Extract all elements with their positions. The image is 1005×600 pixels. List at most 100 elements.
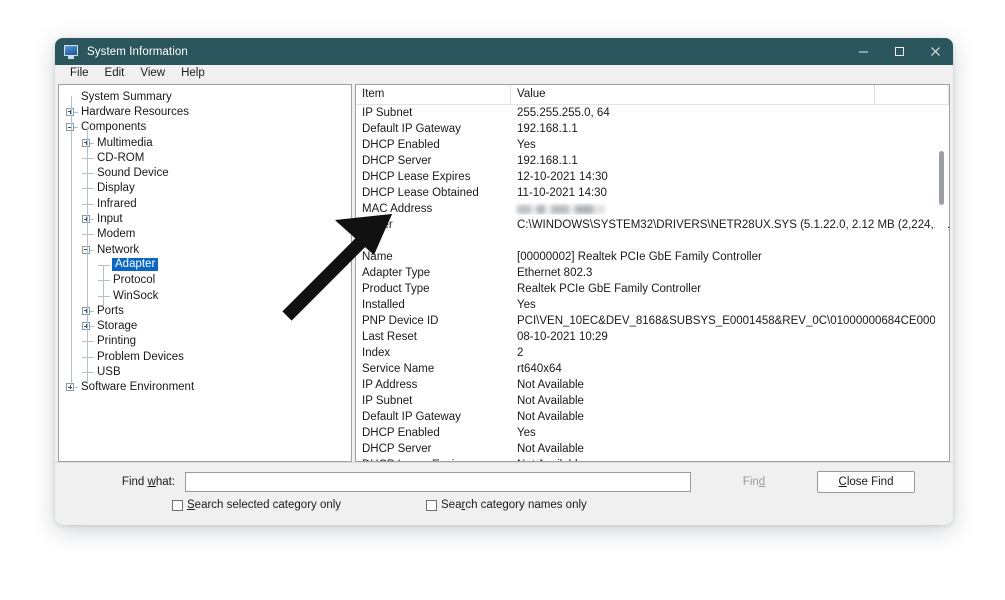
list-cell-value: 255.255.255.0, 64 <box>517 107 610 119</box>
tree-item-label: Protocol <box>113 274 156 287</box>
tree-item-hardware-resources[interactable]: Hardware Resources <box>59 104 351 119</box>
tree-item-cd-rom[interactable]: CD-ROM <box>59 150 351 165</box>
list-row[interactable]: Default IP Gateway Not Available <box>356 409 949 425</box>
tree-item-label: Input <box>97 213 123 226</box>
list-header: Item Value <box>356 85 949 105</box>
list-cell-item: Last Reset <box>362 331 417 343</box>
column-header-value[interactable]: Value <box>511 85 875 104</box>
list-rows: IP Subnet 255.255.255.0, 64 Default IP Gat… <box>356 105 949 461</box>
list-cell-item: DHCP Server <box>362 155 432 167</box>
screenshot-root: System Information File Edit View Help S… <box>0 0 1005 600</box>
menu-item-file[interactable]: File <box>62 65 97 82</box>
list-row[interactable]: Installed Yes <box>356 297 949 313</box>
list-cell-value: Yes <box>517 139 536 151</box>
system-information-window: System Information File Edit View Help S… <box>55 38 953 525</box>
tree-item-multimedia[interactable]: Multimedia <box>59 135 351 150</box>
tree-item-network[interactable]: Network <box>59 242 351 257</box>
list-row[interactable]: DHCP Lease Expires 12-10-2021 14:30 <box>356 169 949 185</box>
list-cell-item: DHCP Lease Obtained <box>362 187 479 199</box>
tree-item-label: Infrared <box>97 197 137 210</box>
tree-item-modem[interactable]: Modem <box>59 227 351 242</box>
find-options: Search selected category only Search cat… <box>55 499 953 517</box>
list-row[interactable]: IP Subnet Not Available <box>356 393 949 409</box>
list-row[interactable]: Index 2 <box>356 345 949 361</box>
list-cell-value: Not Available <box>517 411 584 423</box>
list-row[interactable]: DHCP Server 192.168.1.1 <box>356 153 949 169</box>
find-row: Find what: Find Close Find <box>55 471 953 493</box>
list-cell-item: Installed <box>362 299 405 311</box>
tree-item-input[interactable]: Input <box>59 211 351 226</box>
list-cell-item: Driver <box>362 219 393 231</box>
list-row[interactable]: DHCP Server Not Available <box>356 441 949 457</box>
checkbox-label: Search selected category only <box>187 499 342 511</box>
list-row[interactable]: DHCP Lease ExpiresNot Available <box>356 457 949 461</box>
find-what-label: Find what: <box>121 476 175 488</box>
maximize-icon[interactable] <box>881 38 917 65</box>
list-row[interactable]: Driver C:\WINDOWS\SYSTEM32\DRIVERS\NETR28… <box>356 217 949 233</box>
tree-item-label: Hardware Resources <box>81 105 190 118</box>
menu-item-help[interactable]: Help <box>173 65 213 82</box>
list-cell-value: 192.168.1.1 <box>517 155 578 167</box>
list-row[interactable]: MAC Address <box>356 201 949 217</box>
find-button[interactable]: Find <box>705 471 803 493</box>
menu-item-view[interactable]: View <box>132 65 173 82</box>
tree-item-infrared[interactable]: Infrared <box>59 196 351 211</box>
tree-item-storage[interactable]: Storage <box>59 318 351 333</box>
list-vertical-scrollbar[interactable] <box>935 105 948 460</box>
list-row[interactable]: DHCP Enabled Yes <box>356 425 949 441</box>
menu-item-edit[interactable]: Edit <box>97 65 133 82</box>
tree-item-label: CD-ROM <box>97 151 145 164</box>
list-row[interactable]: DHCP Lease Obtained 11-10-2021 14:30 <box>356 185 949 201</box>
list-cell-value: PCI\VEN_10EC&DEV_8168&SUBSYS_E0001458&RE… <box>517 315 949 327</box>
minimize-icon[interactable] <box>845 38 881 65</box>
tree-connector-line <box>71 96 72 385</box>
list-cell-item: DHCP Lease Expires <box>362 171 471 183</box>
list-cell-value: 192.168.1.1 <box>517 123 578 135</box>
checkbox-search-category-names[interactable]: Search category names only <box>426 499 587 511</box>
tree-item-sound-device[interactable]: Sound Device <box>59 165 351 180</box>
list-cell-item: IP Address <box>362 379 418 391</box>
tree-item-usb[interactable]: USB <box>59 364 351 379</box>
list-cell-value: Yes <box>517 427 536 439</box>
checkbox-box[interactable] <box>172 499 183 511</box>
list-cell-value: C:\WINDOWS\SYSTEM32\DRIVERS\NETR28UX.SYS… <box>517 219 949 231</box>
list-row[interactable]: IP Subnet 255.255.255.0, 64 <box>356 105 949 121</box>
list-cell-item: Index <box>362 347 391 359</box>
tree-item-components[interactable]: Components <box>59 120 351 135</box>
tree-item-display[interactable]: Display <box>59 181 351 196</box>
main-content: System Summary Hardware Resources Componen… <box>55 82 953 462</box>
tree-item-system-summary[interactable]: System Summary <box>59 89 351 104</box>
tree-item-printing[interactable]: Printing <box>59 334 351 349</box>
checkbox-search-selected-category[interactable]: Search selected category only <box>172 499 341 511</box>
list-row[interactable]: DHCP Enabled Yes <box>356 137 949 153</box>
scrollbar-thumb[interactable] <box>939 151 944 205</box>
list-row[interactable]: IP Address Not Available <box>356 377 949 393</box>
tree-item-label: Components <box>81 121 147 134</box>
column-header-extra[interactable] <box>875 85 949 104</box>
list-row[interactable]: Adapter Type Ethernet 802.3 <box>356 265 949 281</box>
close-find-button[interactable]: Close Find <box>817 471 915 493</box>
list-row[interactable]: Product Type Realtek PCIe GbE Family Cont… <box>356 281 949 297</box>
find-input[interactable] <box>185 472 691 492</box>
list-cell-item: MAC Address <box>362 203 433 215</box>
window-title: System Information <box>87 45 188 58</box>
list-row[interactable]: Service Name rt640x64 <box>356 361 949 377</box>
tree-item-label: Display <box>97 182 135 195</box>
title-bar: System Information <box>55 38 953 65</box>
category-tree-pane[interactable]: System Summary Hardware Resources Componen… <box>58 84 352 462</box>
list-cell-item: PNP Device ID <box>362 315 439 327</box>
checkbox-box[interactable] <box>426 499 437 511</box>
tree-item-problem-devices[interactable]: Problem Devices <box>59 349 351 364</box>
list-row[interactable]: PNP Device ID PCI\VEN_10EC&DEV_8168&SUBSY… <box>356 313 949 329</box>
details-list-pane[interactable]: Item Value IP Subnet 255.255.255.0, 64 Def… <box>355 84 950 462</box>
list-cell-item: IP Subnet <box>362 395 413 407</box>
column-header-item[interactable]: Item <box>356 85 511 104</box>
list-cell-item: Name <box>362 251 393 263</box>
list-row[interactable]: Name [00000002] Realtek PCIe GbE Family C… <box>356 249 949 265</box>
tree-item-software-environment[interactable]: Software Environment <box>59 380 351 395</box>
list-row[interactable] <box>356 233 949 249</box>
list-cell-value: Not Available <box>511 459 949 461</box>
list-row[interactable]: Last Reset 08-10-2021 10:29 <box>356 329 949 345</box>
list-row[interactable]: Default IP Gateway 192.168.1.1 <box>356 121 949 137</box>
close-icon[interactable] <box>917 38 953 65</box>
